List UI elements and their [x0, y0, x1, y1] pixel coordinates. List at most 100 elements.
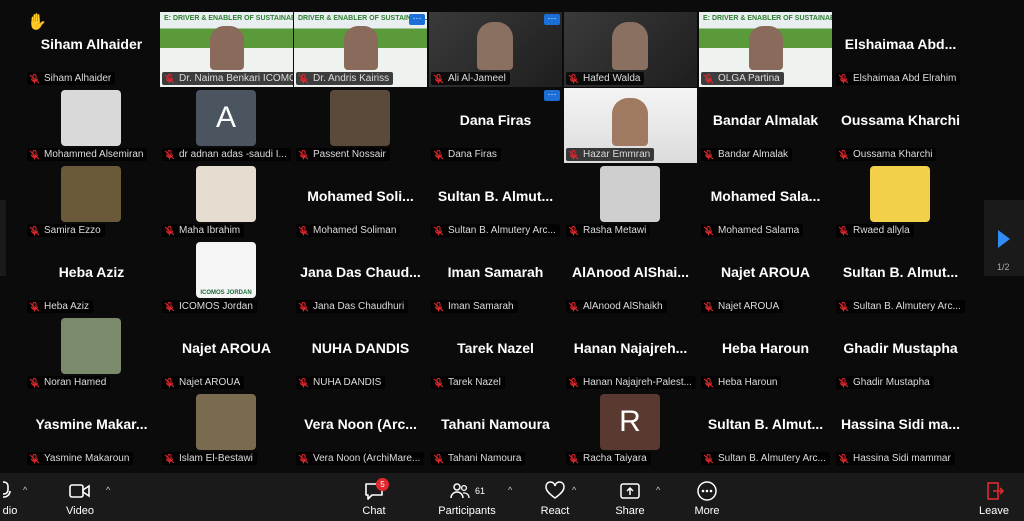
participant-name: Rwaed allyla: [853, 225, 910, 236]
more-button[interactable]: More: [685, 473, 729, 521]
participant-tile[interactable]: Rasha Metawi: [564, 164, 697, 239]
participant-tile[interactable]: Iman Samarah Iman Samarah: [429, 240, 562, 315]
avatar: [61, 318, 121, 374]
participant-name-label: Vera Noon (ArchiMare...: [296, 452, 425, 465]
participant-tile[interactable]: Heba Aziz Heba Aziz: [25, 240, 158, 315]
participant-tile[interactable]: Dana Firas ··· Dana Firas: [429, 88, 562, 163]
participants-button[interactable]: 61 Participants: [436, 473, 498, 521]
participant-tile[interactable]: Hazar Emmran: [564, 88, 697, 163]
participant-tile[interactable]: Bandar Almalak Bandar Almalak: [699, 88, 832, 163]
tile-more-options-button[interactable]: ···: [544, 90, 560, 101]
participant-tile[interactable]: AlAnood AlShai... AlAnood AlShaikh: [564, 240, 697, 315]
participant-tile[interactable]: Jana Das Chaud... Jana Das Chaudhuri: [294, 240, 427, 315]
participant-tile[interactable]: Najet AROUA Najet AROUA: [699, 240, 832, 315]
participant-tile[interactable]: Mohamed Sala... Mohamed Salama: [699, 164, 832, 239]
participant-tile[interactable]: NUHA DANDIS NUHA DANDIS: [294, 316, 427, 391]
video-options-caret[interactable]: ^: [106, 485, 110, 495]
participant-tile[interactable]: Rwaed allyla: [834, 164, 967, 239]
participant-name: Ali Al-Jameel: [448, 73, 506, 84]
participant-tile[interactable]: Sultan B. Almut... Sultan B. Almutery Arc…: [429, 164, 562, 239]
participant-tile[interactable]: E: DRIVER & ENABLER OF SUSTAINABILITY OLG…: [699, 12, 832, 87]
participant-display-name: Siham Alhaider: [40, 36, 143, 52]
participant-display-name: Elshaimaa Abd...: [844, 36, 957, 52]
muted-microphone-icon: [29, 73, 41, 84]
muted-microphone-icon: [838, 453, 850, 464]
participant-tile[interactable]: Hafed Walda: [564, 12, 697, 87]
participant-tile[interactable]: Hassina Sidi ma... Hassina Sidi mammar: [834, 392, 967, 467]
participant-display-name: Mohamed Sala...: [710, 188, 821, 204]
participant-tile[interactable]: Tarek Nazel Tarek Nazel: [429, 316, 562, 391]
participant-tile[interactable]: E: DRIVER & ENABLER OF SUSTAINABILITY Dr.…: [160, 12, 293, 87]
muted-microphone-icon: [703, 149, 715, 160]
avatar: [196, 394, 256, 450]
participant-name: Hassina Sidi mammar: [853, 453, 951, 464]
participant-tile[interactable]: Tahani Namoura Tahani Namoura: [429, 392, 562, 467]
participant-name-label: Maha Ibrahim: [162, 224, 245, 237]
participant-display-name: Mohamed Soli...: [307, 188, 414, 204]
audio-button[interactable]: dio: [0, 473, 20, 521]
chat-button[interactable]: 5 Chat: [352, 473, 396, 521]
participant-tile[interactable]: Najet AROUA Najet AROUA: [160, 316, 293, 391]
react-options-caret[interactable]: ^: [572, 485, 576, 495]
banner-text: E: DRIVER & ENABLER OF SUSTAINABILITY: [703, 15, 832, 22]
video-button[interactable]: Video: [58, 473, 102, 521]
participant-tile[interactable]: Adr adnan adas -saudi I...: [160, 88, 293, 163]
participant-display-name: Heba Haroun: [721, 340, 810, 356]
participant-tile[interactable]: R Racha Taiyara: [564, 392, 697, 467]
muted-microphone-icon: [164, 225, 176, 236]
share-button[interactable]: Share: [608, 473, 652, 521]
meeting-toolbar: dio ^ Video ^ 5 Chat 61 Participants ^ R…: [0, 473, 1024, 521]
participant-name: Samira Ezzo: [44, 225, 101, 236]
participant-name-label: Samira Ezzo: [27, 224, 105, 237]
participant-tile[interactable]: Samira Ezzo: [25, 164, 158, 239]
participant-tile[interactable]: Passent Nossair: [294, 88, 427, 163]
next-page-button[interactable]: 1/2: [984, 200, 1024, 276]
participant-tile[interactable]: Heba Haroun Heba Haroun: [699, 316, 832, 391]
share-options-caret[interactable]: ^: [656, 485, 660, 495]
muted-microphone-icon: [568, 225, 580, 236]
participant-tile[interactable]: Yasmine Makar... Yasmine Makaroun: [25, 392, 158, 467]
participant-name: NUHA DANDIS: [313, 377, 382, 388]
participant-tile[interactable]: Vera Noon (Arc... Vera Noon (ArchiMare...: [294, 392, 427, 467]
participant-tile[interactable]: Ghadir Mustapha Ghadir Mustapha: [834, 316, 967, 391]
previous-page-button[interactable]: [0, 200, 6, 276]
muted-microphone-icon: [298, 453, 310, 464]
banner-text: DRIVER & ENABLER OF SUSTAINABILITY: [298, 15, 427, 22]
muted-microphone-icon: [164, 301, 176, 312]
participant-tile[interactable]: DRIVER & ENABLER OF SUSTAINABILITY ··· Dr.…: [294, 12, 427, 87]
participant-tile[interactable]: ··· Ali Al-Jameel: [429, 12, 562, 87]
muted-microphone-icon: [568, 73, 580, 84]
participant-tile[interactable]: Mohammed Alsemiran: [25, 88, 158, 163]
participant-name-label: NUHA DANDIS: [296, 376, 386, 389]
muted-microphone-icon: [298, 149, 310, 160]
participant-tile[interactable]: Elshaimaa Abd... Elshaimaa Abd Elrahim: [834, 12, 967, 87]
tile-more-options-button[interactable]: ···: [544, 14, 560, 25]
participant-tile[interactable]: Oussama Kharchi Oussama Kharchi: [834, 88, 967, 163]
participant-tile[interactable]: Mohamed Soli... Mohamed Soliman: [294, 164, 427, 239]
participant-tile[interactable]: Maha Ibrahim: [160, 164, 293, 239]
participant-name-label: Sultan B. Almutery Arc...: [836, 300, 965, 313]
participant-name: Oussama Kharchi: [853, 149, 933, 160]
participant-display-name: Sultan B. Almut...: [707, 416, 824, 432]
participant-display-name: Bandar Almalak: [712, 112, 819, 128]
participants-options-caret[interactable]: ^: [508, 485, 512, 495]
participant-tile[interactable]: Hanan Najajreh... Hanan Najajreh-Palest..…: [564, 316, 697, 391]
participant-tile[interactable]: Siham Alhaider ✋ Siham Alhaider: [25, 12, 158, 87]
participant-name: Najet AROUA: [718, 301, 780, 312]
react-button[interactable]: React: [533, 473, 577, 521]
participant-display-name: Tahani Namoura: [441, 416, 550, 432]
participant-tile[interactable]: Sultan B. Almut... Sultan B. Almutery Arc…: [834, 240, 967, 315]
muted-microphone-icon: [29, 453, 41, 464]
participant-tile[interactable]: Noran Hamed: [25, 316, 158, 391]
audio-options-caret[interactable]: ^: [23, 485, 27, 495]
participant-tile[interactable]: Islam El-Bestawi: [160, 392, 293, 467]
participant-display-name: Yasmine Makar...: [35, 416, 148, 432]
leave-button[interactable]: Leave: [972, 473, 1016, 521]
participant-tile[interactable]: ICOMOS JORDAN ICOMOS Jordan: [160, 240, 293, 315]
tile-more-options-button[interactable]: ···: [409, 14, 425, 25]
participant-tile[interactable]: Sultan B. Almut... Sultan B. Almutery Arc…: [699, 392, 832, 467]
muted-microphone-icon: [433, 301, 445, 312]
participant-name: Racha Taiyara: [583, 453, 647, 464]
participant-name-label: Mohamed Salama: [701, 224, 804, 237]
heart-icon: [533, 479, 577, 503]
